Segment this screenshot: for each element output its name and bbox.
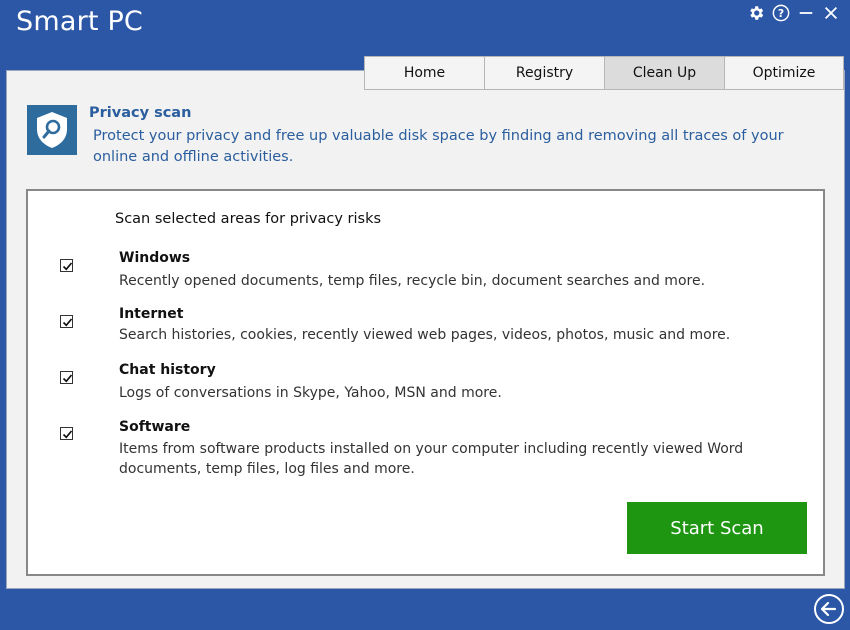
app-title: Smart PC xyxy=(16,6,143,37)
tab-clean-up[interactable]: Clean Up xyxy=(604,56,724,90)
software-description: Items from software products installed o… xyxy=(119,441,744,477)
help-icon[interactable]: ? xyxy=(772,4,792,22)
close-icon[interactable] xyxy=(822,4,842,22)
back-arrow-icon xyxy=(814,594,844,624)
scan-options-box: Scan selected areas for privacy risks Wi… xyxy=(26,189,825,576)
software-checkbox[interactable] xyxy=(60,427,73,440)
main-panel: Home Registry Clean Up Optimize Privacy … xyxy=(6,56,845,589)
section-title: Privacy scan xyxy=(89,105,192,121)
software-label: Software xyxy=(119,419,191,435)
tab-bar: Home Registry Clean Up Optimize xyxy=(364,56,844,90)
internet-checkbox[interactable] xyxy=(60,315,73,328)
internet-label: Internet xyxy=(119,306,184,322)
chat-history-label: Chat history xyxy=(119,362,216,378)
tab-home[interactable]: Home xyxy=(364,56,484,90)
shield-search-icon xyxy=(27,105,77,155)
tab-registry[interactable]: Registry xyxy=(484,56,604,90)
minimize-icon[interactable] xyxy=(797,4,817,22)
chat-history-checkbox[interactable] xyxy=(60,371,73,384)
tab-optimize[interactable]: Optimize xyxy=(724,56,844,90)
windows-checkbox[interactable] xyxy=(60,259,73,272)
windows-label: Windows xyxy=(119,250,191,266)
internet-description: Search histories, cookies, recently view… xyxy=(119,327,731,343)
gear-icon[interactable] xyxy=(747,4,767,22)
start-scan-button[interactable]: Start Scan xyxy=(627,502,807,554)
scan-title: Scan selected areas for privacy risks xyxy=(115,211,382,227)
windows-description: Recently opened documents, temp files, r… xyxy=(119,273,706,289)
back-button[interactable] xyxy=(813,593,845,625)
window-controls: ? xyxy=(747,4,842,22)
svg-text:?: ? xyxy=(778,7,784,20)
section-description: Protect your privacy and free up valuabl… xyxy=(93,128,784,165)
chat-history-description: Logs of conversations in Skype, Yahoo, M… xyxy=(119,385,502,401)
